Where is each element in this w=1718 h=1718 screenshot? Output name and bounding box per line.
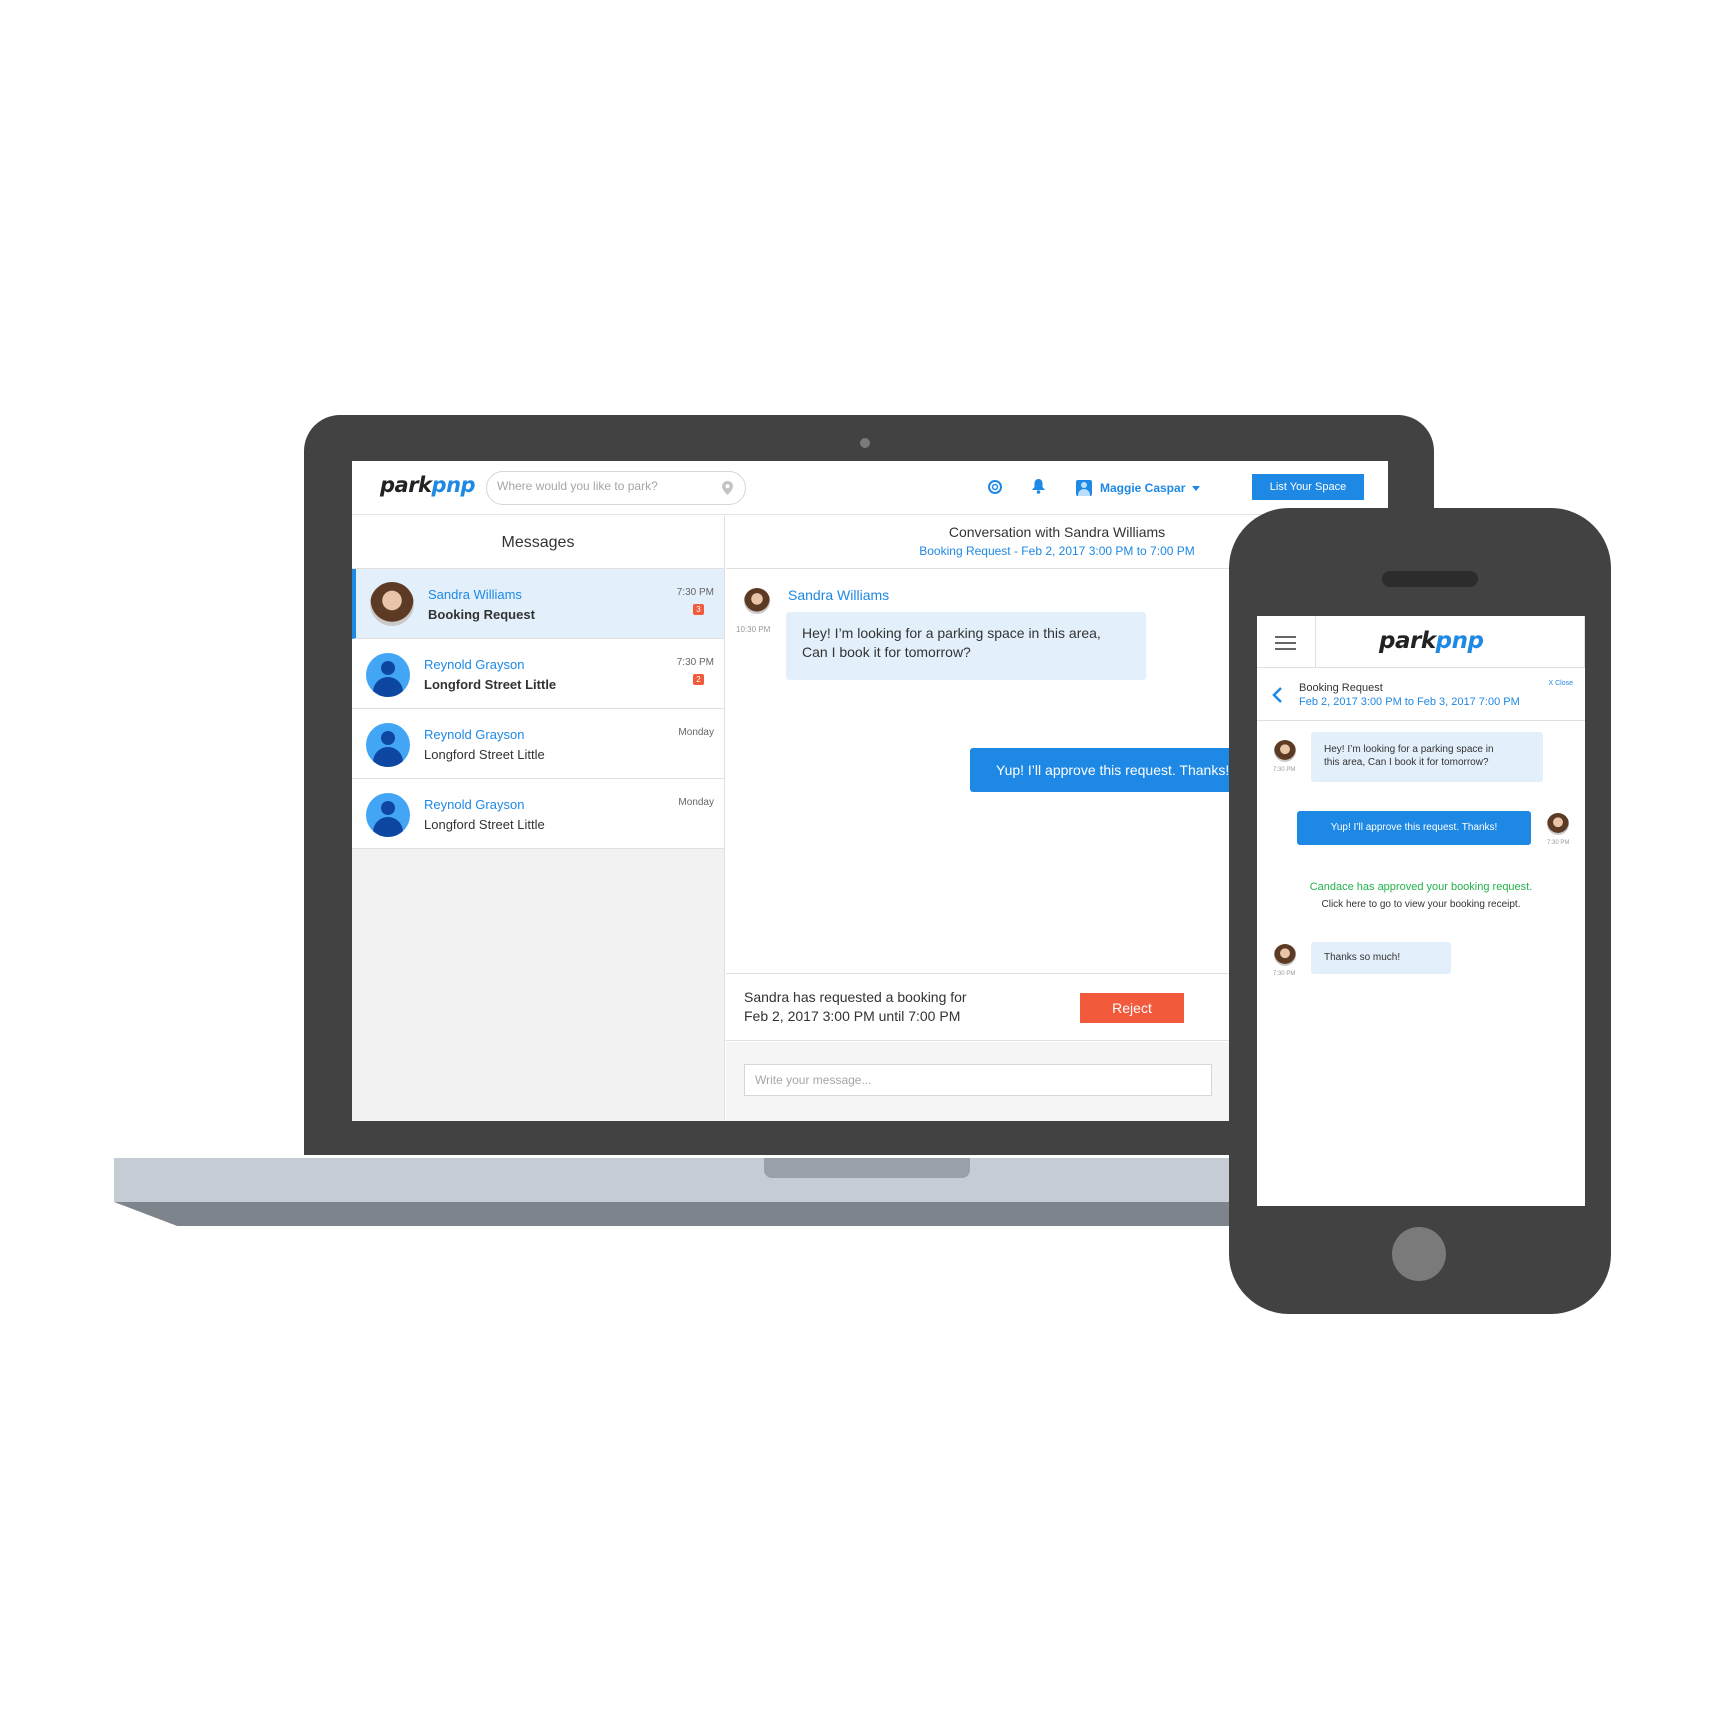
approval-notice: Candace has approved your booking reques…	[1309, 881, 1533, 893]
laptop-camera	[860, 438, 870, 448]
message-item[interactable]: Sandra Williams Booking Request 7:30 PM …	[352, 569, 724, 639]
logo[interactable]: parkpnp	[1379, 628, 1484, 654]
message-sender: Sandra Williams	[428, 587, 522, 602]
reject-button[interactable]: Reject	[1080, 993, 1184, 1023]
mobile-conversation-header: Booking Request Feb 2, 2017 3:00 PM to F…	[1257, 669, 1585, 721]
message-time: 7:30 PM	[1273, 971, 1296, 977]
incoming-message-line: Hey! I’m looking for a parking space in	[1324, 744, 1494, 755]
messages-title: Messages	[352, 516, 724, 569]
logo-text-park: park	[1379, 628, 1436, 654]
laptop-notch	[764, 1158, 970, 1178]
message-time: 7:30 PM	[1273, 767, 1296, 773]
messages-panel: Messages Sandra Williams Booking Request…	[352, 516, 725, 1121]
message-subtitle: Longford Street Little	[424, 677, 557, 692]
message-subtitle: Longford Street Little	[424, 747, 545, 762]
caret-down-icon[interactable]	[1192, 486, 1200, 491]
user-name[interactable]: Maggie Caspar	[1100, 481, 1185, 495]
booking-line: Sandra has requested a booking for	[744, 989, 967, 1005]
message-sender: Reynold Grayson	[424, 797, 525, 812]
top-nav: parkpnp Maggie Caspar List Your Space	[352, 461, 1388, 515]
my-avatar	[1547, 813, 1569, 835]
message-time: 7:30 PM	[1547, 840, 1570, 846]
message-sender: Reynold Grayson	[424, 657, 525, 672]
nav-divider	[1315, 616, 1316, 668]
message-time: 7:30 PM	[676, 587, 714, 598]
incoming-message-line: Hey! I’m looking for a parking space in …	[802, 625, 1101, 641]
user-avatar[interactable]	[1076, 480, 1092, 496]
booking-dates: Feb 2, 2017 3:00 PM to Feb 3, 2017 7:00 …	[1299, 696, 1520, 708]
bell-icon[interactable]	[1032, 479, 1045, 494]
message-subtitle: Longford Street Little	[424, 817, 545, 832]
message-time: 10:30 PM	[736, 625, 771, 634]
incoming-message-line: this area, Can I book it for tomorrow?	[1324, 757, 1489, 768]
sender-avatar	[1274, 944, 1296, 966]
search-input[interactable]	[497, 479, 707, 493]
booking-receipt-link[interactable]: Click here to go to view your booking re…	[1257, 899, 1585, 910]
unread-badge: 3	[693, 604, 704, 615]
incoming-message: Thanks so much!	[1311, 942, 1451, 974]
message-time: Monday	[678, 797, 714, 808]
logo[interactable]: parkpnp	[380, 473, 476, 497]
incoming-message-line: Can I book it for tomorrow?	[802, 644, 971, 660]
message-item[interactable]: Reynold Grayson Longford Street Little 7…	[352, 639, 724, 709]
nav-divider	[1584, 616, 1585, 668]
list-your-space-button[interactable]: List Your Space	[1252, 474, 1364, 500]
message-item[interactable]: Reynold Grayson Longford Street Little M…	[352, 779, 724, 849]
incoming-message: Hey! I’m looking for a parking space in …	[786, 612, 1146, 680]
sender-avatar	[744, 588, 770, 614]
message-subtitle: Booking Request	[428, 607, 535, 622]
message-sender: Reynold Grayson	[424, 727, 525, 742]
booking-line: Feb 2, 2017 3:00 PM until 7:00 PM	[744, 1008, 961, 1024]
hamburger-menu-icon[interactable]	[1275, 636, 1296, 650]
message-time: Monday	[678, 727, 714, 738]
message-item[interactable]: Reynold Grayson Longford Street Little M…	[352, 709, 724, 779]
logo-text-pnp: pnp	[1435, 628, 1484, 654]
logo-text-park: park	[380, 473, 432, 497]
phone-home-button	[1392, 1227, 1446, 1281]
back-chevron-icon[interactable]	[1271, 686, 1283, 704]
message-input[interactable]	[744, 1064, 1212, 1096]
logo-text-pnp: pnp	[431, 473, 476, 497]
phone-speaker	[1382, 571, 1478, 587]
sender-name: Sandra Williams	[788, 587, 890, 603]
avatar	[366, 793, 410, 837]
unread-badge: 2	[693, 674, 704, 685]
help-icon[interactable]	[988, 480, 1002, 494]
incoming-message: Hey! I’m looking for a parking space in …	[1311, 732, 1543, 782]
search-box	[486, 471, 746, 505]
location-pin-icon[interactable]	[722, 481, 733, 495]
avatar	[370, 582, 414, 626]
sender-avatar	[1274, 740, 1296, 762]
mobile-nav: parkpnp	[1257, 616, 1585, 668]
message-time: 7:30 PM	[676, 657, 714, 668]
avatar	[366, 723, 410, 767]
close-button[interactable]: X Close	[1548, 680, 1573, 687]
booking-request-text: Sandra has requested a booking for Feb 2…	[744, 988, 967, 1026]
avatar	[366, 653, 410, 697]
booking-request-title: Booking Request	[1299, 682, 1383, 694]
phone-screen: parkpnp Booking Request Feb 2, 2017 3:00…	[1257, 616, 1585, 1206]
outgoing-message: Yup! I’ll approve this request. Thanks!	[1297, 811, 1531, 845]
